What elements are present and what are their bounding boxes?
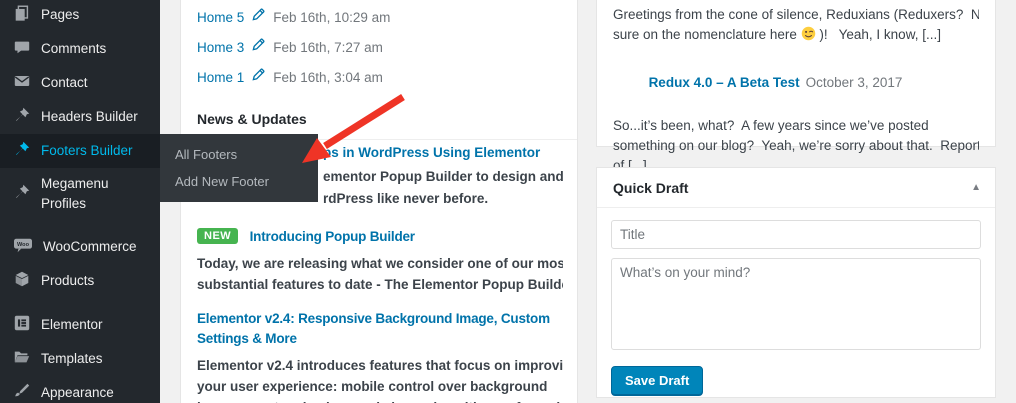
- news-item-body: Today, we are releasing what we consider…: [197, 253, 563, 295]
- new-badge: NEW: [197, 228, 238, 244]
- collapse-icon[interactable]: ▲: [971, 182, 981, 193]
- sidebar-item-elementor[interactable]: Elementor: [0, 308, 160, 342]
- draft-title-input[interactable]: [611, 220, 981, 249]
- sidebar-item-headers-builder[interactable]: Headers Builder: [0, 100, 160, 134]
- post-date: Feb 16th, 10:29 am: [273, 10, 390, 25]
- pin-icon: [13, 140, 31, 163]
- woocommerce-icon: Woo: [13, 236, 33, 259]
- admin-sidebar: Pages Comments Contact Headers Builder F…: [0, 0, 160, 403]
- wink-emoji: [801, 26, 816, 47]
- post-date: Feb 16th, 3:04 am: [273, 70, 383, 85]
- edit-pencil-icon[interactable]: [251, 7, 266, 27]
- news-item-body-partial: ementor Popup Builder to design and: [323, 169, 564, 184]
- news-item-title[interactable]: Elementor v2.4: Responsive Background Im…: [197, 309, 563, 349]
- redux-post-date: October 3, 2017: [806, 75, 903, 90]
- pin-icon: [13, 106, 31, 129]
- sidebar-item-pages[interactable]: Pages: [0, 0, 160, 32]
- sidebar-item-contact[interactable]: Contact: [0, 66, 160, 100]
- list-item: Home 1 Feb 16th, 3:04 am: [197, 67, 561, 87]
- sidebar-item-templates[interactable]: Templates: [0, 342, 160, 376]
- sidebar-item-woocommerce[interactable]: Woo WooCommerce: [0, 230, 160, 264]
- post-link-home5[interactable]: Home 5: [197, 10, 244, 25]
- news-item-title[interactable]: Introducing Popup Builder: [250, 229, 415, 244]
- news-item-title-partial[interactable]: ps in WordPress Using Elementor: [323, 145, 540, 160]
- edit-pencil-icon[interactable]: [251, 67, 266, 87]
- save-draft-button[interactable]: Save Draft: [611, 366, 703, 395]
- post-link-home3[interactable]: Home 3: [197, 40, 244, 55]
- news-item-body-partial: rdPress like never before.: [323, 191, 488, 206]
- submenu-item-all-footers[interactable]: All Footers: [160, 141, 318, 168]
- news-item-body: Elementor v2.4 introduces features that …: [197, 355, 563, 403]
- quick-draft-title: Quick Draft: [613, 180, 688, 196]
- envelope-icon: [13, 72, 31, 95]
- sidebar-item-comments[interactable]: Comments: [0, 32, 160, 66]
- post-link-home1[interactable]: Home 1: [197, 70, 244, 85]
- wordpress-admin-dashboard: Home 5 Feb 16th, 10:29 am Home 3 Feb 16t…: [0, 0, 1016, 403]
- sidebar-item-appearance[interactable]: Appearance: [0, 376, 160, 403]
- news-excerpt: Greetings from the cone of silence, Redu…: [613, 5, 979, 47]
- pages-icon: [13, 4, 31, 27]
- footers-builder-submenu: All Footers Add New Footer: [160, 134, 318, 202]
- post-date: Feb 16th, 7:27 am: [273, 40, 383, 55]
- submenu-item-add-new-footer[interactable]: Add New Footer: [160, 168, 318, 195]
- templates-icon: [13, 348, 31, 371]
- list-item: Home 5 Feb 16th, 10:29 am: [197, 7, 561, 27]
- redux-post-link[interactable]: Redux 4.0 – A Beta Test: [649, 75, 800, 90]
- list-item: Home 3 Feb 16th, 7:27 am: [197, 37, 561, 57]
- sidebar-item-footers-builder[interactable]: Footers Builder: [0, 134, 160, 168]
- news-item: Elementor v2.4: Responsive Background Im…: [197, 309, 563, 403]
- sidebar-item-megamenu-profiles[interactable]: Megamenu Profiles: [0, 168, 160, 220]
- elementor-icon: [13, 314, 31, 337]
- menu-separator: [0, 298, 160, 308]
- draft-content-textarea[interactable]: [611, 258, 981, 350]
- sidebar-item-products[interactable]: Products: [0, 264, 160, 298]
- svg-text:Woo: Woo: [17, 242, 30, 248]
- comment-icon: [13, 38, 31, 61]
- products-icon: [13, 270, 31, 293]
- pin-icon: [13, 183, 31, 206]
- edit-pencil-icon[interactable]: [251, 37, 266, 57]
- quick-draft-widget: Quick Draft ▲ Save Draft: [596, 167, 996, 398]
- recent-posts-list: Home 5 Feb 16th, 10:29 am Home 3 Feb 16t…: [181, 0, 577, 87]
- news-item: NEW Introducing Popup Builder Today, we …: [197, 227, 563, 295]
- menu-separator: [0, 220, 160, 230]
- wordpress-news-widget: Greetings from the cone of silence, Redu…: [596, 0, 996, 147]
- brush-icon: [13, 382, 31, 403]
